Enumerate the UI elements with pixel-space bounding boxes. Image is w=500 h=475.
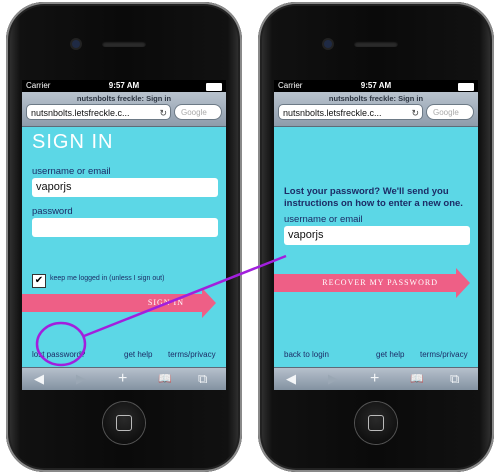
recover-form: Lost your password? We'll send you instr…	[274, 126, 478, 368]
reload-icon[interactable]: ↻	[159, 105, 167, 119]
iphone-left: Carrier 9:57 AM nutsnbolts freckle: Sign…	[6, 2, 242, 472]
back-arrow-icon[interactable]: ◀	[34, 370, 44, 388]
battery-icon	[458, 83, 474, 91]
back-to-login-link[interactable]: back to login	[284, 350, 329, 359]
page-title: nutsnbolts freckle: Sign in	[76, 94, 172, 103]
terms-link[interactable]: terms/privacy	[168, 350, 216, 359]
reload-icon[interactable]: ↻	[411, 105, 419, 119]
home-button[interactable]	[103, 402, 145, 444]
screen-sign-in: Carrier 9:57 AM nutsnbolts freckle: Sign…	[22, 80, 226, 390]
address-text: nutsnbolts.letsfreckle.c...	[283, 108, 382, 118]
home-square-icon	[116, 415, 132, 431]
get-help-link[interactable]: get help	[376, 350, 404, 359]
sign-in-heading: SIGN IN	[32, 131, 114, 153]
sign-in-form: SIGN IN username or email vaporjs passwo…	[22, 126, 226, 368]
speaker-grille	[102, 41, 146, 47]
password-label: password	[32, 206, 73, 217]
recover-instructions: Lost your password? We'll send you instr…	[284, 186, 463, 209]
address-text: nutsnbolts.letsfreckle.c...	[31, 108, 130, 118]
get-help-link[interactable]: get help	[124, 350, 152, 359]
speaker-grille	[354, 41, 398, 47]
forward-arrow-icon[interactable]: ▶	[328, 370, 338, 388]
browser-toolbar: ◀ ▶ + 📖 ⧉	[274, 367, 478, 390]
page-title: nutsnbolts freckle: Sign in	[328, 94, 424, 103]
remember-checkbox[interactable]: ✔	[32, 274, 46, 288]
clock: 9:57 AM	[360, 81, 392, 90]
lost-password-link[interactable]: lost password?	[32, 350, 85, 359]
address-field[interactable]: nutsnbolts.letsfreckle.c... ↻	[26, 104, 171, 120]
username-label: username or email	[284, 214, 363, 225]
home-square-icon	[368, 415, 384, 431]
bookmarks-icon[interactable]: 📖	[158, 370, 172, 388]
camera-icon	[72, 40, 80, 48]
iphone-right: Carrier 9:57 AM nutsnbolts freckle: Sign…	[258, 2, 494, 472]
username-label: username or email	[32, 166, 111, 177]
home-button[interactable]	[355, 402, 397, 444]
username-field[interactable]: vaporjs	[284, 226, 470, 245]
browser-bar: nutsnbolts freckle: Sign in nutsnbolts.l…	[22, 92, 226, 127]
battery-icon	[206, 83, 222, 91]
status-bar: Carrier 9:57 AM	[22, 80, 226, 92]
browser-toolbar: ◀ ▶ + 📖 ⧉	[22, 367, 226, 390]
search-input[interactable]: Google	[426, 104, 474, 120]
clock: 9:57 AM	[108, 81, 140, 90]
search-input[interactable]: Google	[174, 104, 222, 120]
camera-icon	[324, 40, 332, 48]
username-field[interactable]: vaporjs	[32, 178, 218, 197]
back-arrow-icon[interactable]: ◀	[286, 370, 296, 388]
password-field[interactable]	[32, 218, 218, 237]
sign-in-button[interactable]: SIGN IN	[22, 288, 216, 318]
screen-recover-password: Carrier 9:57 AM nutsnbolts freckle: Sign…	[274, 80, 478, 390]
recover-password-button[interactable]: RECOVER MY PASSWORD	[274, 268, 470, 298]
address-field[interactable]: nutsnbolts.letsfreckle.c... ↻	[278, 104, 423, 120]
add-bookmark-icon[interactable]: +	[370, 370, 379, 388]
status-bar: Carrier 9:57 AM	[274, 80, 478, 92]
remember-label: keep me logged in (unless I sign out)	[50, 275, 165, 282]
terms-link[interactable]: terms/privacy	[420, 350, 468, 359]
forward-arrow-icon[interactable]: ▶	[76, 370, 86, 388]
pages-icon[interactable]: ⧉	[450, 370, 459, 388]
pages-icon[interactable]: ⧉	[198, 370, 207, 388]
browser-bar: nutsnbolts freckle: Sign in nutsnbolts.l…	[274, 92, 478, 127]
bookmarks-icon[interactable]: 📖	[410, 370, 424, 388]
add-bookmark-icon[interactable]: +	[118, 370, 127, 388]
